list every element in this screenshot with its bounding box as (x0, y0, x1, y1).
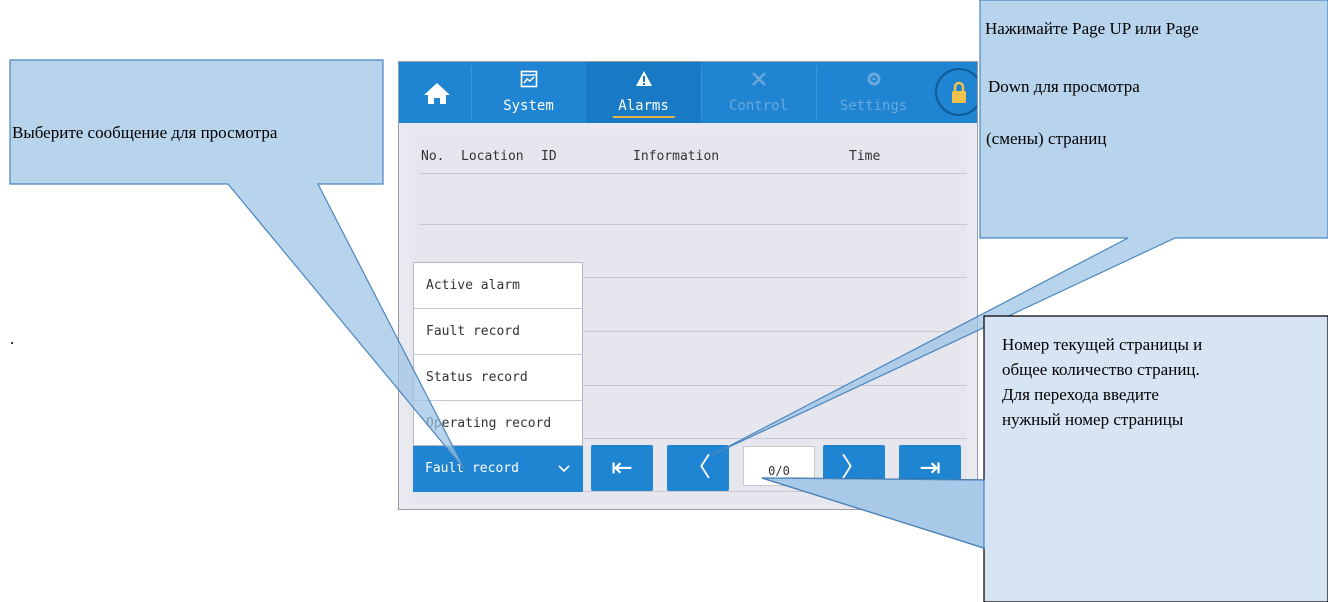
tab-system-label: System (503, 98, 554, 114)
stray-dot: . (10, 329, 15, 348)
tab-settings[interactable]: Settings (816, 62, 931, 123)
last-page-button[interactable]: ⇥ (899, 445, 961, 491)
home-icon (424, 83, 450, 104)
next-page-icon: 〉 (840, 453, 867, 483)
header-information: Information (633, 149, 720, 164)
callout-top-right-line-1: Нажимайте Page UP или Page (985, 19, 1199, 38)
option-active-alarm[interactable]: Active alarm (414, 263, 582, 309)
header-location: Location (461, 149, 524, 164)
warning-icon (635, 70, 653, 92)
page-indicator: 0/0 (768, 464, 790, 478)
previous-page-button[interactable]: 〈 (667, 445, 729, 491)
callout-bottom-right-line-2: общее количество страниц. (1002, 360, 1200, 379)
home-button[interactable] (407, 62, 467, 123)
lock-icon (952, 81, 966, 103)
previous-page-icon: 〈 (684, 453, 711, 483)
tab-control-label: Control (728, 98, 788, 114)
page-number-input[interactable]: 0/0 (743, 446, 815, 486)
next-page-button[interactable]: 〉 (823, 445, 885, 491)
option-fault-record[interactable]: Fault record (414, 309, 582, 355)
tab-system[interactable]: System (471, 62, 586, 123)
callout-left-text: Выберите сообщение для просмотра (12, 123, 278, 142)
callout-bottom-right-line-3: Для перехода введите (1002, 385, 1159, 404)
record-type-select[interactable]: Fault record (413, 446, 583, 492)
header-no: No. (421, 149, 445, 164)
tab-alarms-label: Alarms (612, 98, 675, 118)
tab-control[interactable]: Control (701, 62, 816, 123)
device-screen: System Alarms Control Settings No. Locat… (398, 61, 978, 510)
callout-bottom-right-line-1: Номер текущей страницы и (1002, 335, 1203, 354)
callout-top-right-line-2: Down для просмотра (988, 77, 1140, 96)
lock-button[interactable] (935, 68, 977, 116)
tools-icon (750, 70, 768, 92)
record-type-selected: Fault record (425, 461, 519, 476)
chart-monitor-icon (520, 70, 538, 92)
option-status-record[interactable]: Status record (414, 355, 582, 401)
callout-top-right-line-3: (смены) страниц (986, 129, 1107, 148)
header-id: ID (541, 149, 557, 164)
record-type-dropdown-list: Active alarm Fault record Status record … (413, 262, 583, 446)
tab-settings-label: Settings (839, 98, 908, 114)
last-page-icon: ⇥ (919, 453, 941, 483)
top-navigation-bar: System Alarms Control Settings (399, 62, 977, 123)
table-row (419, 224, 967, 225)
chevron-down-icon (557, 446, 571, 509)
header-time: Time (849, 149, 881, 164)
table-row (419, 173, 967, 174)
first-page-button[interactable]: ⇤ (591, 445, 653, 491)
option-operating-record[interactable]: Operating record (414, 401, 582, 447)
tab-alarms[interactable]: Alarms (586, 62, 701, 123)
gear-icon (865, 70, 883, 92)
first-page-icon: ⇤ (611, 453, 633, 483)
callout-bottom-right-line-4: нужный номер страницы (1002, 410, 1184, 429)
